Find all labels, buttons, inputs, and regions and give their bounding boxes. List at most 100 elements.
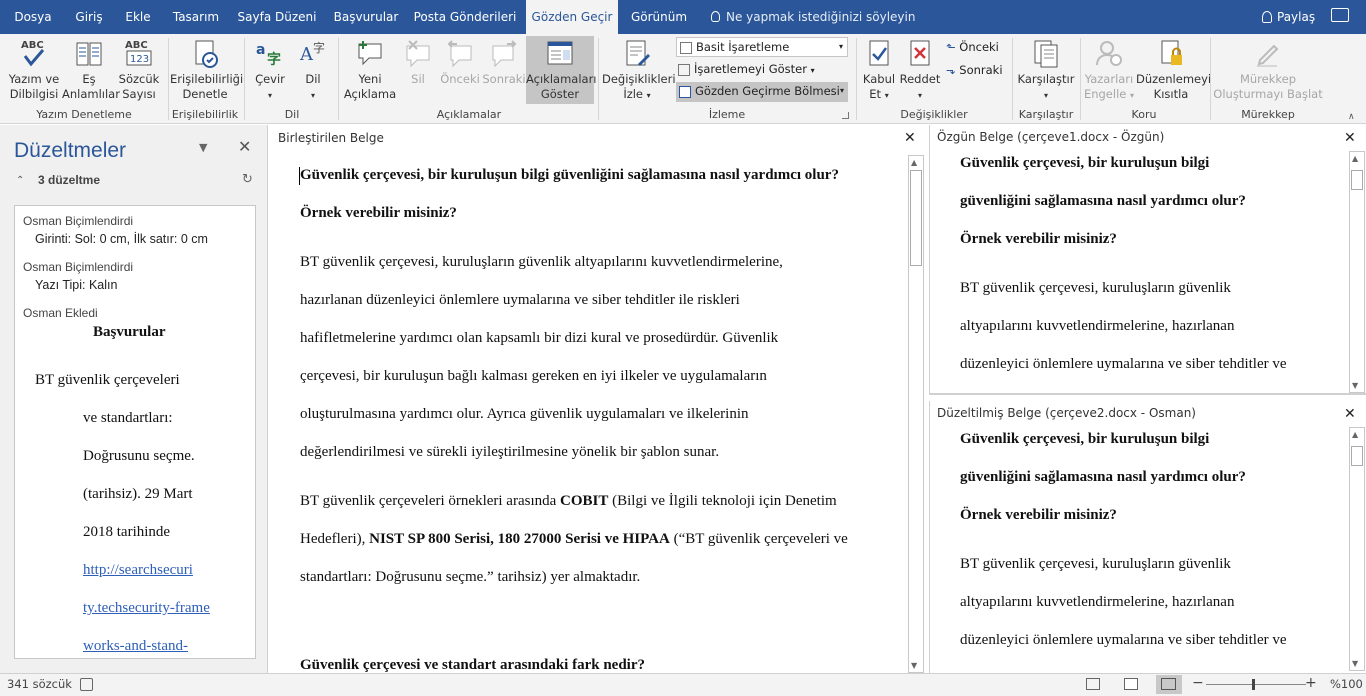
print-layout-icon[interactable] (1124, 678, 1138, 690)
thesaurus-label-1: Eş (82, 72, 96, 86)
tell-me-box[interactable]: Ne yapmak istediğinizi söyleyin (711, 0, 915, 34)
language-button[interactable]: A字 Dil ▾ (292, 38, 334, 103)
revision-author[interactable]: Osman Biçimlendirdi (23, 214, 133, 228)
doc-text: (“BT güvenlik çerçeveleri ve (669, 531, 848, 547)
scroll-down-arrow[interactable]: ▼ (1352, 381, 1358, 390)
block-authors-button[interactable]: Yazarları Engelle ▾ (1082, 38, 1136, 103)
accessibility-button[interactable]: Erişilebilirliği Denetle (170, 38, 243, 102)
zoom-slider-thumb[interactable] (1252, 679, 1255, 690)
next-comment-icon (492, 40, 517, 68)
ribbon-separator (598, 38, 599, 120)
inserted-line: 2018 tarihinde (83, 524, 171, 540)
scroll-thumb[interactable] (1351, 170, 1363, 190)
scroll-down-arrow[interactable]: ▼ (911, 661, 917, 670)
collapse-icon[interactable]: ⌃ (16, 175, 24, 186)
track-changes-button[interactable]: Değişiklikleri İzle ▾ (602, 38, 676, 103)
spelling-label-1: Yazım ve (8, 72, 60, 86)
ribbon: ABC Yazım ve Dilbilgisi Eş Anlamlılar ABC 1… (0, 34, 1366, 124)
word-count-status[interactable]: 341 sözcük (7, 677, 72, 691)
tab-tasarim[interactable]: Tasarım (166, 0, 226, 34)
vertical-scrollbar[interactable]: ▲ ▼ (1349, 427, 1365, 671)
doc-heading: güvenliğini sağlamasına nasıl yardımcı o… (960, 469, 1246, 485)
close-icon[interactable]: ✕ (1344, 130, 1356, 146)
markup-select[interactable]: Basit İşaretleme ▾ (676, 37, 848, 57)
thesaurus-button[interactable]: Eş Anlamlılar (62, 38, 120, 102)
inserted-line: Doğrusunu seçme. (83, 448, 195, 464)
share-button[interactable]: Paylaş (1262, 0, 1315, 34)
revision-author[interactable]: Osman Ekledi (23, 306, 98, 320)
zoom-in-icon[interactable]: + (1305, 675, 1317, 691)
scroll-thumb[interactable] (1351, 446, 1363, 466)
close-icon[interactable]: ✕ (1344, 406, 1356, 422)
reject-button[interactable]: Reddet ▾ (898, 38, 942, 103)
tab-dosya[interactable]: Dosya (8, 0, 58, 34)
dialog-launcher-icon[interactable] (842, 112, 849, 119)
group-label-proofing: Yazım Denetleme (36, 108, 132, 121)
chevron-down-icon: ▾ (310, 91, 315, 100)
spelling-button[interactable]: ABC Yazım ve Dilbilgisi (6, 38, 62, 102)
next-comment-button[interactable]: Sonraki (482, 38, 526, 87)
refresh-icon[interactable]: ↻ (242, 172, 253, 187)
show-markup-button[interactable]: İşaretlemeyi Göster ▾ (678, 60, 848, 80)
revision-list: Osman Biçimlendirdi Girinti: Sol: 0 cm, … (14, 205, 256, 659)
tab-posta[interactable]: Posta Gönderileri (412, 0, 518, 34)
restrict-editing-label-1: Düzenlemeyi (1136, 72, 1212, 86)
collapse-ribbon-icon[interactable]: ∧ (1348, 112, 1355, 122)
inserted-link[interactable]: ty.techsecurity-frame (83, 600, 210, 617)
doc-line: oluşturulmasına yardımcı olur. Ayrıca gü… (300, 406, 749, 422)
previous-comment-button[interactable]: Önceki (438, 38, 482, 87)
tab-sayfa-duzeni[interactable]: Sayfa Düzeni (234, 0, 320, 34)
next-change-button[interactable]: ⬎ Sonraki (946, 61, 1008, 81)
translate-button[interactable]: a字 Çevir ▾ (248, 38, 292, 103)
tab-gozden-gecir[interactable]: Gözden Geçir (526, 0, 618, 34)
revision-detail: Girinti: Sol: 0 cm, İlk satır: 0 cm (35, 232, 208, 246)
inserted-link[interactable]: http://searchsecuri (83, 562, 193, 579)
vertical-scrollbar[interactable]: ▲ ▼ (1349, 151, 1365, 393)
tab-ekle[interactable]: Ekle (118, 0, 158, 34)
read-mode-icon[interactable] (1086, 678, 1100, 690)
group-label-protect: Koru (1131, 108, 1157, 121)
chevron-down-icon: ▾ (646, 91, 651, 100)
proofing-status-icon[interactable] (80, 678, 93, 691)
word-count-button[interactable]: ABC 123 Sözcük Sayısı (116, 38, 162, 102)
svg-text:A: A (299, 44, 314, 65)
tab-basvurular[interactable]: Başvurular (328, 0, 404, 34)
delete-comment-button[interactable]: Sil (398, 38, 438, 87)
tab-gorunum[interactable]: Görünüm (626, 0, 692, 34)
tab-giris[interactable]: Giriş (66, 0, 112, 34)
zoom-out-icon[interactable]: − (1192, 675, 1204, 691)
scroll-thumb[interactable] (910, 170, 922, 266)
previous-change-button[interactable]: ⬑ Önceki (946, 38, 1008, 58)
scroll-up-arrow[interactable]: ▲ (1352, 154, 1358, 163)
revision-author[interactable]: Osman Biçimlendirdi (23, 260, 133, 274)
word-count-label-2: Sayısı (122, 87, 156, 101)
doc-text: (Bilgi ve İlgili teknoloji için Denetim (608, 493, 837, 509)
vertical-scrollbar[interactable]: ▲ ▼ (908, 155, 924, 673)
start-inking-button[interactable]: Mürekkep Oluşturmayı Başlat (1212, 38, 1324, 102)
reviewing-pane-button[interactable]: Gözden Geçirme Bölmesi ▾ (676, 82, 848, 102)
compare-button[interactable]: Karşılaştır ▾ (1016, 38, 1076, 103)
accept-button[interactable]: Kabul Et ▾ (860, 38, 898, 103)
zoom-slider[interactable] (1206, 679, 1306, 690)
restrict-editing-button[interactable]: Düzenlemeyi Kısıtla (1136, 38, 1211, 102)
group-label-comments: Açıklamalar (436, 108, 502, 121)
pane-options-icon[interactable]: ▼ (199, 141, 207, 154)
web-layout-icon[interactable] (1156, 675, 1182, 694)
original-document-title: Özgün Belge (çerçeve1.docx - Özgün) (937, 130, 1165, 144)
comments-icon[interactable] (1331, 8, 1349, 22)
scroll-down-arrow[interactable]: ▼ (1352, 659, 1358, 668)
combined-document-title: Birleştirilen Belge (278, 131, 384, 145)
next-comment-label: Sonraki (482, 72, 526, 86)
markup-select-value: Basit İşaretleme (696, 40, 790, 54)
chevron-down-icon: ▾ (1043, 91, 1048, 100)
close-icon[interactable]: ✕ (238, 137, 251, 156)
ribbon-tab-bar: Dosya Giriş Ekle Tasarım Sayfa Düzeni Ba… (0, 0, 1366, 34)
show-comments-button[interactable]: Açıklamaları Göster (526, 36, 597, 104)
scroll-up-arrow[interactable]: ▲ (1352, 430, 1358, 439)
inserted-link[interactable]: works-and-stand- (83, 638, 188, 655)
scroll-up-arrow[interactable]: ▲ (911, 158, 917, 167)
close-icon[interactable]: ✕ (904, 130, 916, 146)
zoom-level[interactable]: %100 (1330, 677, 1363, 691)
new-comment-button[interactable]: Yeni Açıklama (342, 38, 398, 102)
translate-label: Çevir (255, 72, 285, 86)
